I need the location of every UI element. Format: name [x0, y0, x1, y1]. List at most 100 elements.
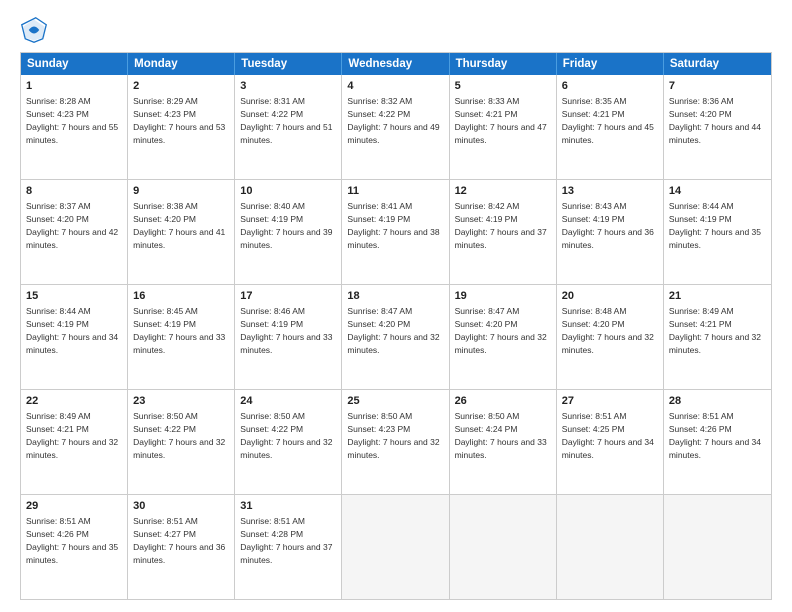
page: SundayMondayTuesdayWednesdayThursdayFrid…	[0, 0, 792, 612]
cell-info: Sunrise: 8:50 AMSunset: 4:23 PMDaylight:…	[347, 411, 439, 460]
header	[20, 16, 772, 44]
day-number: 28	[669, 394, 766, 409]
calendar-cell: 8 Sunrise: 8:37 AMSunset: 4:20 PMDaylight…	[21, 180, 128, 284]
day-number: 10	[240, 184, 336, 199]
day-number: 15	[26, 289, 122, 304]
calendar-cell: 6 Sunrise: 8:35 AMSunset: 4:21 PMDaylight…	[557, 75, 664, 179]
calendar-cell: 25 Sunrise: 8:50 AMSunset: 4:23 PMDayligh…	[342, 390, 449, 494]
calendar-body: 1Sunrise: 8:28 AMSunset: 4:23 PMDaylight…	[21, 75, 771, 599]
cell-info: Sunrise: 8:49 AMSunset: 4:21 PMDaylight:…	[26, 411, 118, 460]
day-number: 14	[669, 184, 766, 199]
cell-info: Sunrise: 8:37 AMSunset: 4:20 PMDaylight:…	[26, 201, 118, 250]
cell-info: Sunrise: 8:32 AMSunset: 4:22 PMDaylight:…	[347, 96, 439, 145]
calendar-cell: 17Sunrise: 8:46 AMSunset: 4:19 PMDayligh…	[235, 285, 342, 389]
calendar-cell: 27 Sunrise: 8:51 AMSunset: 4:25 PMDayligh…	[557, 390, 664, 494]
day-number: 16	[133, 289, 229, 304]
cell-info: Sunrise: 8:31 AMSunset: 4:22 PMDaylight:…	[240, 96, 332, 145]
day-number: 27	[562, 394, 658, 409]
calendar-row: 22 Sunrise: 8:49 AMSunset: 4:21 PMDayligh…	[21, 389, 771, 494]
calendar-cell: 1Sunrise: 8:28 AMSunset: 4:23 PMDaylight…	[21, 75, 128, 179]
calendar-header-cell: Friday	[557, 53, 664, 75]
day-number: 23	[133, 394, 229, 409]
day-number: 26	[455, 394, 551, 409]
day-number: 19	[455, 289, 551, 304]
calendar-cell: 2Sunrise: 8:29 AMSunset: 4:23 PMDaylight…	[128, 75, 235, 179]
cell-info: Sunrise: 8:51 AMSunset: 4:25 PMDaylight:…	[562, 411, 654, 460]
calendar-row: 8 Sunrise: 8:37 AMSunset: 4:20 PMDaylight…	[21, 179, 771, 284]
day-number: 29	[26, 499, 122, 514]
calendar-header-cell: Thursday	[450, 53, 557, 75]
calendar-cell: 23 Sunrise: 8:50 AMSunset: 4:22 PMDayligh…	[128, 390, 235, 494]
calendar-header-cell: Wednesday	[342, 53, 449, 75]
calendar-cell: 26 Sunrise: 8:50 AMSunset: 4:24 PMDayligh…	[450, 390, 557, 494]
calendar-cell: 18Sunrise: 8:47 AMSunset: 4:20 PMDayligh…	[342, 285, 449, 389]
calendar-header-cell: Tuesday	[235, 53, 342, 75]
calendar-cell: 22 Sunrise: 8:49 AMSunset: 4:21 PMDayligh…	[21, 390, 128, 494]
day-number: 17	[240, 289, 336, 304]
cell-info: Sunrise: 8:50 AMSunset: 4:24 PMDaylight:…	[455, 411, 547, 460]
cell-info: Sunrise: 8:36 AMSunset: 4:20 PMDaylight:…	[669, 96, 761, 145]
cell-info: Sunrise: 8:35 AMSunset: 4:21 PMDaylight:…	[562, 96, 654, 145]
day-number: 6	[562, 79, 658, 94]
calendar-cell: 16 Sunrise: 8:45 AMSunset: 4:19 PMDayligh…	[128, 285, 235, 389]
cell-info: Sunrise: 8:47 AMSunset: 4:20 PMDaylight:…	[455, 306, 547, 355]
cell-info: Sunrise: 8:41 AMSunset: 4:19 PMDaylight:…	[347, 201, 439, 250]
cell-info: Sunrise: 8:40 AMSunset: 4:19 PMDaylight:…	[240, 201, 332, 250]
calendar-cell: 5 Sunrise: 8:33 AMSunset: 4:21 PMDaylight…	[450, 75, 557, 179]
cell-info: Sunrise: 8:45 AMSunset: 4:19 PMDaylight:…	[133, 306, 225, 355]
cell-info: Sunrise: 8:28 AMSunset: 4:23 PMDaylight:…	[26, 96, 118, 145]
day-number: 4	[347, 79, 443, 94]
calendar-cell	[664, 495, 771, 599]
calendar-cell: 15 Sunrise: 8:44 AMSunset: 4:19 PMDayligh…	[21, 285, 128, 389]
calendar-header-cell: Saturday	[664, 53, 771, 75]
cell-info: Sunrise: 8:51 AMSunset: 4:28 PMDaylight:…	[240, 516, 332, 565]
calendar-cell: 30Sunrise: 8:51 AMSunset: 4:27 PMDayligh…	[128, 495, 235, 599]
cell-info: Sunrise: 8:42 AMSunset: 4:19 PMDaylight:…	[455, 201, 547, 250]
calendar-cell	[342, 495, 449, 599]
calendar-row: 15 Sunrise: 8:44 AMSunset: 4:19 PMDayligh…	[21, 284, 771, 389]
calendar-cell: 4 Sunrise: 8:32 AMSunset: 4:22 PMDaylight…	[342, 75, 449, 179]
day-number: 21	[669, 289, 766, 304]
cell-info: Sunrise: 8:50 AMSunset: 4:22 PMDaylight:…	[240, 411, 332, 460]
calendar-cell: 3 Sunrise: 8:31 AMSunset: 4:22 PMDaylight…	[235, 75, 342, 179]
logo-icon	[20, 16, 48, 44]
calendar-cell: 29Sunrise: 8:51 AMSunset: 4:26 PMDayligh…	[21, 495, 128, 599]
day-number: 5	[455, 79, 551, 94]
cell-info: Sunrise: 8:44 AMSunset: 4:19 PMDaylight:…	[26, 306, 118, 355]
day-number: 3	[240, 79, 336, 94]
day-number: 8	[26, 184, 122, 199]
calendar-row: 29Sunrise: 8:51 AMSunset: 4:26 PMDayligh…	[21, 494, 771, 599]
calendar-header-cell: Sunday	[21, 53, 128, 75]
cell-info: Sunrise: 8:48 AMSunset: 4:20 PMDaylight:…	[562, 306, 654, 355]
day-number: 18	[347, 289, 443, 304]
calendar-header: SundayMondayTuesdayWednesdayThursdayFrid…	[21, 53, 771, 75]
day-number: 30	[133, 499, 229, 514]
cell-info: Sunrise: 8:50 AMSunset: 4:22 PMDaylight:…	[133, 411, 225, 460]
day-number: 22	[26, 394, 122, 409]
day-number: 24	[240, 394, 336, 409]
day-number: 7	[669, 79, 766, 94]
calendar-cell: 14Sunrise: 8:44 AMSunset: 4:19 PMDayligh…	[664, 180, 771, 284]
calendar-cell: 7 Sunrise: 8:36 AMSunset: 4:20 PMDaylight…	[664, 75, 771, 179]
logo	[20, 16, 52, 44]
cell-info: Sunrise: 8:29 AMSunset: 4:23 PMDaylight:…	[133, 96, 225, 145]
day-number: 9	[133, 184, 229, 199]
day-number: 20	[562, 289, 658, 304]
calendar-cell: 21Sunrise: 8:49 AMSunset: 4:21 PMDayligh…	[664, 285, 771, 389]
calendar: SundayMondayTuesdayWednesdayThursdayFrid…	[20, 52, 772, 600]
calendar-cell: 24 Sunrise: 8:50 AMSunset: 4:22 PMDayligh…	[235, 390, 342, 494]
calendar-cell: 9Sunrise: 8:38 AMSunset: 4:20 PMDaylight…	[128, 180, 235, 284]
cell-info: Sunrise: 8:33 AMSunset: 4:21 PMDaylight:…	[455, 96, 547, 145]
day-number: 11	[347, 184, 443, 199]
day-number: 25	[347, 394, 443, 409]
cell-info: Sunrise: 8:43 AMSunset: 4:19 PMDaylight:…	[562, 201, 654, 250]
calendar-cell: 12 Sunrise: 8:42 AMSunset: 4:19 PMDayligh…	[450, 180, 557, 284]
day-number: 12	[455, 184, 551, 199]
calendar-cell	[450, 495, 557, 599]
calendar-cell: 28Sunrise: 8:51 AMSunset: 4:26 PMDayligh…	[664, 390, 771, 494]
calendar-cell: 11 Sunrise: 8:41 AMSunset: 4:19 PMDayligh…	[342, 180, 449, 284]
calendar-cell: 13 Sunrise: 8:43 AMSunset: 4:19 PMDayligh…	[557, 180, 664, 284]
day-number: 13	[562, 184, 658, 199]
calendar-cell	[557, 495, 664, 599]
calendar-cell: 10 Sunrise: 8:40 AMSunset: 4:19 PMDayligh…	[235, 180, 342, 284]
